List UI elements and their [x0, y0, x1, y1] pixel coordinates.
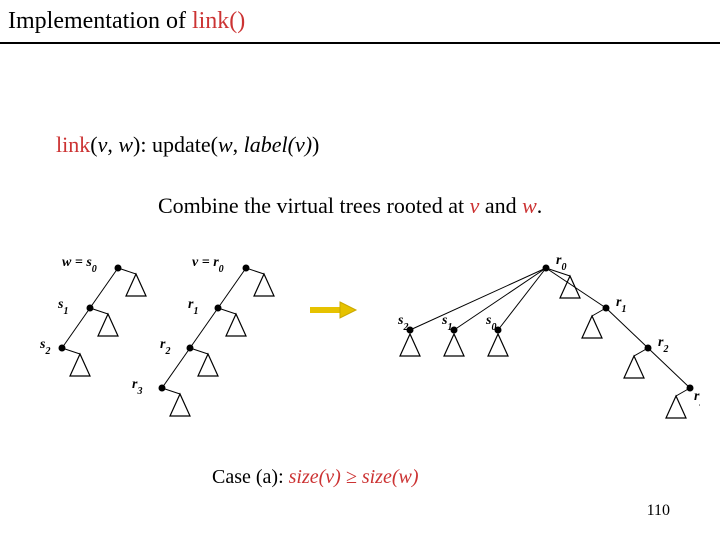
tree-diagram: w = s0 s1 s2 v = r0 r1: [40, 250, 700, 430]
def-c2: ,: [233, 132, 244, 157]
case-label: Case (a):: [212, 466, 289, 488]
case-line: Case (a): size(v) ≥ size(w): [212, 466, 419, 489]
description-line: Combine the virtual trees rooted at v an…: [158, 193, 542, 219]
left-w-chain: w = s0 s1 s2: [40, 255, 146, 376]
title-rule: [0, 42, 720, 44]
right-combined-tree: r0 s2 s1 s0 r1: [397, 253, 700, 418]
def-label: label(v): [244, 132, 312, 157]
svg-text:w = s0: w = s0: [62, 255, 97, 275]
svg-text:s0: s0: [485, 313, 496, 333]
desc-w: w: [522, 193, 537, 218]
transform-arrow-icon: [310, 302, 356, 318]
svg-text:s1: s1: [441, 313, 452, 333]
desc-pre: Combine the virtual trees rooted at: [158, 193, 470, 218]
desc-mid: and: [479, 193, 522, 218]
svg-text:r1: r1: [188, 297, 198, 317]
def-fn: link: [56, 132, 90, 157]
def-upd: update(: [152, 132, 218, 157]
slide-title: Implementation of link(): [8, 8, 245, 35]
svg-text:v = r0: v = r0: [192, 255, 224, 275]
svg-text:r3: r3: [132, 377, 142, 397]
svg-text:r0: r0: [556, 253, 566, 273]
def-close2: ): [312, 132, 319, 157]
svg-text:r3: r3: [694, 389, 700, 409]
def-v: v: [98, 132, 108, 157]
def-uw: w: [218, 132, 233, 157]
case-r: size(w): [362, 466, 419, 488]
def-w: w: [118, 132, 133, 157]
definition-line: link(v, w): update(w, label(v)): [56, 132, 319, 158]
left-v-chain: v = r0 r1 r2 r3: [132, 255, 274, 416]
case-cmp: ≥: [341, 466, 362, 488]
title-fn: link(): [192, 8, 245, 34]
desc-post: .: [537, 193, 543, 218]
def-open: (: [90, 132, 97, 157]
svg-text:r2: r2: [160, 337, 170, 357]
svg-text:s2: s2: [40, 337, 50, 357]
desc-v: v: [470, 193, 480, 218]
def-c1: ,: [107, 132, 118, 157]
svg-text:r1: r1: [616, 295, 626, 315]
svg-text:s2: s2: [397, 313, 408, 333]
slide: Implementation of link() link(v, w): upd…: [0, 0, 720, 540]
case-l: size(v): [289, 466, 341, 488]
page-number: 110: [647, 502, 670, 520]
svg-text:r2: r2: [658, 335, 668, 355]
svg-text:s1: s1: [57, 297, 68, 317]
title-prefix: Implementation of: [8, 8, 192, 34]
def-close: ):: [133, 132, 152, 157]
